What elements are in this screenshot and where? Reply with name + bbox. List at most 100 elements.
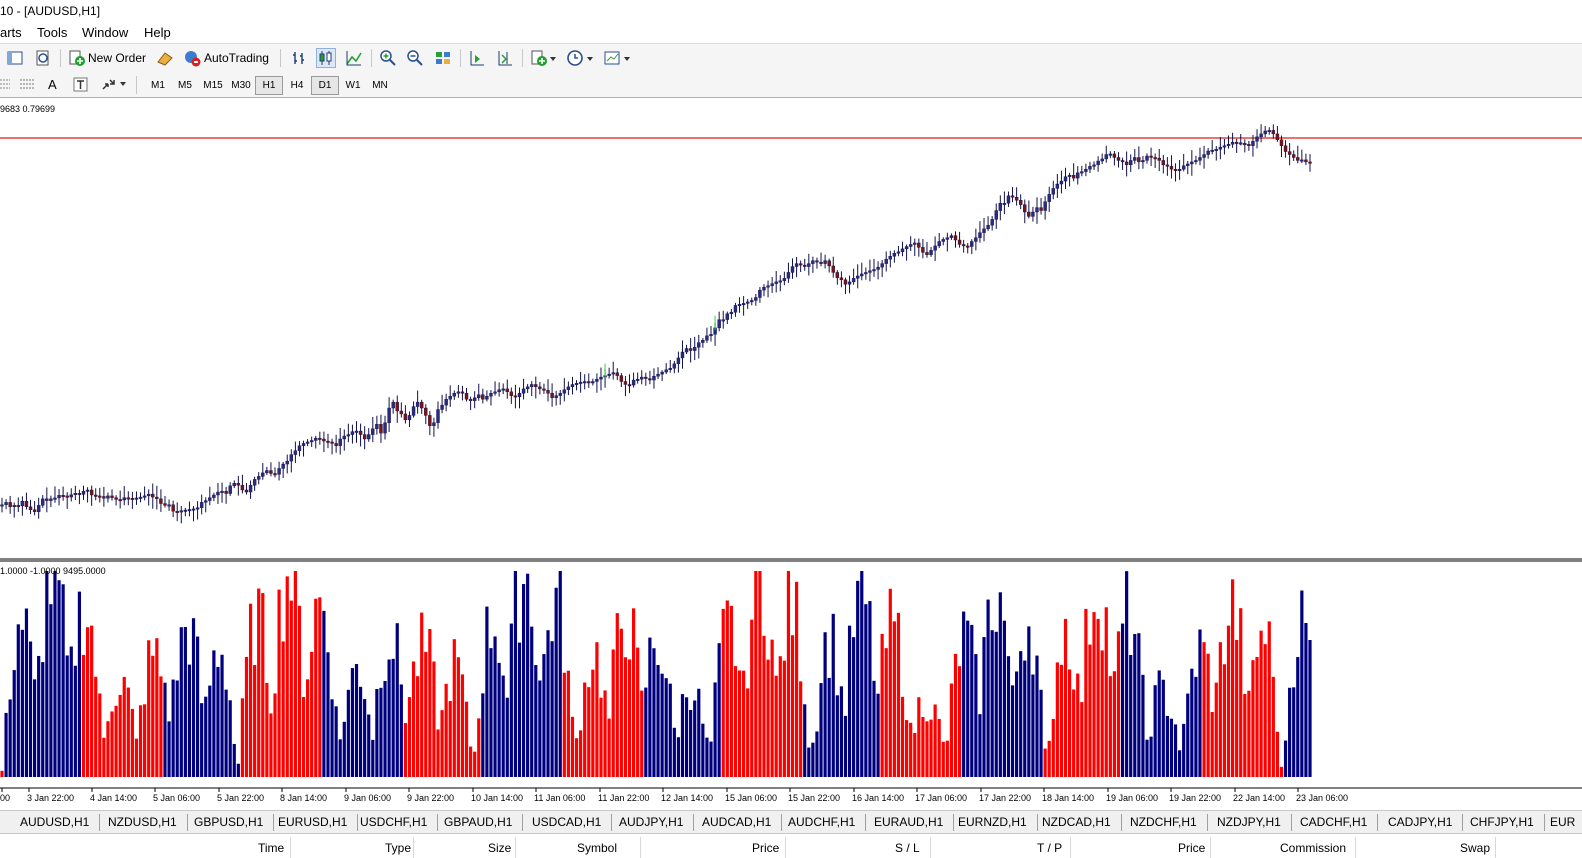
symbol-tab-nzdusdh[interactable]: NZDUSD,H1 — [98, 814, 188, 831]
price-chart[interactable]: 00 3 Jan 22:00 4 Jan 14:00 5 Jan 06:00 5 Jan… — [0, 98, 1582, 810]
column-separator[interactable] — [1355, 837, 1356, 858]
candle — [1190, 150, 1194, 176]
symbol-tab-audjpyh[interactable]: AUDJPY,H1 — [609, 814, 695, 831]
channel-icon[interactable] — [18, 76, 36, 94]
column-header-time[interactable]: Time — [258, 841, 284, 855]
timeframe-h4-button[interactable]: H4 — [283, 76, 311, 95]
data-window-icon[interactable] — [34, 49, 52, 67]
column-header-price[interactable]: Price — [752, 841, 779, 855]
symbol-tab-eurnzdh[interactable]: EURNZD,H1 — [948, 814, 1038, 831]
column-separator[interactable] — [785, 837, 786, 858]
indicators-icon[interactable] — [530, 49, 548, 67]
symbol-tab-audcadh[interactable]: AUDCAD,H1 — [692, 814, 783, 831]
fibonacci-icon[interactable] — [0, 76, 18, 94]
volume-bar-bull — [1182, 723, 1186, 777]
market-watch-icon[interactable] — [156, 49, 174, 67]
symbol-tab-audchfh[interactable]: AUDCHF,H1 — [778, 814, 867, 831]
volume-bar-bear — [240, 698, 245, 777]
tile-windows-icon[interactable] — [434, 49, 452, 67]
chevron-down-icon[interactable] — [120, 82, 126, 86]
line-chart-icon[interactable] — [345, 49, 363, 67]
candle-body-up — [1259, 133, 1263, 138]
periods-clock-icon[interactable] — [566, 49, 584, 67]
symbol-tab-cadjpyh[interactable]: CADJPY,H1 — [1378, 814, 1464, 831]
menu-charts[interactable]: arts — [0, 25, 22, 40]
zoom-out-icon[interactable] — [406, 49, 424, 67]
timeframe-w1-button[interactable]: W1 — [339, 76, 367, 95]
column-header-commission[interactable]: Commission — [1280, 841, 1346, 855]
text-label-icon[interactable] — [72, 76, 90, 94]
volume-bar-bear — [1104, 607, 1108, 777]
symbol-tab-nzdchfh[interactable]: NZDCHF,H1 — [1120, 814, 1208, 831]
candlestick-chart-icon[interactable] — [316, 48, 336, 68]
symbol-tab-audusdh[interactable]: AUDUSD,H1 — [10, 814, 101, 831]
column-header-swap[interactable]: Swap — [1460, 841, 1490, 855]
timeframe-h1-button[interactable]: H1 — [255, 76, 283, 95]
candle — [472, 391, 477, 409]
candle-body-down — [244, 489, 249, 493]
arrows-icon[interactable] — [100, 76, 118, 94]
symbol-tab-nzdcadh[interactable]: NZDCAD,H1 — [1032, 814, 1122, 831]
menu-window[interactable]: Window — [82, 25, 128, 40]
column-header-type[interactable]: Type — [385, 841, 411, 855]
symbol-tab-eur[interactable]: EUR — [1540, 814, 1582, 831]
candle — [89, 485, 94, 506]
menu-help[interactable]: Help — [144, 25, 171, 40]
column-header-tp[interactable]: T / P — [1037, 841, 1062, 855]
chevron-down-icon[interactable] — [550, 57, 556, 61]
navigator-icon[interactable] — [6, 49, 24, 67]
chevron-down-icon[interactable] — [587, 57, 593, 61]
column-separator[interactable] — [640, 837, 641, 858]
candle-body-down — [1071, 174, 1076, 179]
symbol-tab-gbpusdh[interactable]: GBPUSD,H1 — [184, 814, 275, 831]
symbol-tab-cadchfh[interactable]: CADCHF,H1 — [1290, 814, 1379, 831]
candle-body-up — [1202, 154, 1206, 158]
candle — [1255, 129, 1259, 149]
auto-scroll-icon[interactable] — [468, 49, 486, 67]
volume-bar-bear — [102, 737, 106, 777]
column-separator[interactable] — [930, 837, 931, 858]
symbol-tab-usdchfh[interactable]: USDCHF,H1 — [350, 814, 439, 831]
zoom-in-icon[interactable] — [379, 49, 397, 67]
timeframe-m1-button[interactable]: M1 — [144, 76, 172, 95]
timeframe-m5-button[interactable]: M5 — [171, 76, 199, 95]
symbol-tab-usdcadh[interactable]: USDCAD,H1 — [522, 814, 613, 831]
time-axis-label: 15 Jan 06:00 — [725, 793, 777, 803]
chevron-down-icon[interactable] — [624, 57, 630, 61]
column-separator[interactable] — [290, 837, 291, 858]
bar-chart-icon[interactable] — [290, 49, 308, 67]
templates-icon[interactable] — [603, 49, 621, 67]
column-header-symbol[interactable]: Symbol — [577, 841, 617, 855]
symbol-tab-chfjpyh[interactable]: CHFJPY,H1 — [1460, 814, 1545, 831]
timeframe-m15-button[interactable]: M15 — [199, 76, 227, 95]
column-separator[interactable] — [1070, 837, 1071, 858]
volume-bar-bull — [204, 696, 208, 777]
candle-body-down — [615, 372, 619, 376]
column-header-size[interactable]: Size — [488, 841, 511, 855]
timeframe-m30-button[interactable]: M30 — [227, 76, 255, 95]
symbol-tab-eurusdh[interactable]: EURUSD,H1 — [268, 814, 359, 831]
timeframe-mn-button[interactable]: MN — [366, 76, 394, 95]
column-separator[interactable] — [1210, 837, 1211, 858]
column-header-price[interactable]: Price — [1178, 841, 1205, 855]
candle — [587, 373, 591, 388]
menu-tools[interactable]: Tools — [37, 25, 67, 40]
volume-bar-bear — [1059, 664, 1064, 777]
candle-body-up — [375, 424, 379, 429]
chart-window[interactable]: 00 3 Jan 22:00 4 Jan 14:00 5 Jan 06:00 5 Jan… — [0, 98, 1582, 810]
candle-body-down — [953, 235, 958, 241]
symbol-tab-nzdjpyh[interactable]: NZDJPY,H1 — [1207, 814, 1292, 831]
candle-body-up — [823, 260, 827, 264]
column-separator[interactable] — [413, 837, 414, 858]
column-separator[interactable] — [515, 837, 516, 858]
volume-bar-bull — [872, 680, 876, 777]
chart-shift-icon[interactable] — [496, 49, 514, 67]
symbol-tab-euraudh[interactable]: EURAUD,H1 — [864, 814, 955, 831]
column-header-sl[interactable]: S / L — [895, 841, 920, 855]
toolbar-separator — [136, 76, 137, 94]
column-separator[interactable] — [1495, 837, 1496, 858]
symbol-tab-gbpaudh[interactable]: GBPAUD,H1 — [434, 814, 524, 831]
timeframe-d1-button[interactable]: D1 — [311, 76, 339, 95]
text-tool-button[interactable]: A — [48, 75, 57, 95]
volume-bar-bear — [114, 705, 118, 777]
